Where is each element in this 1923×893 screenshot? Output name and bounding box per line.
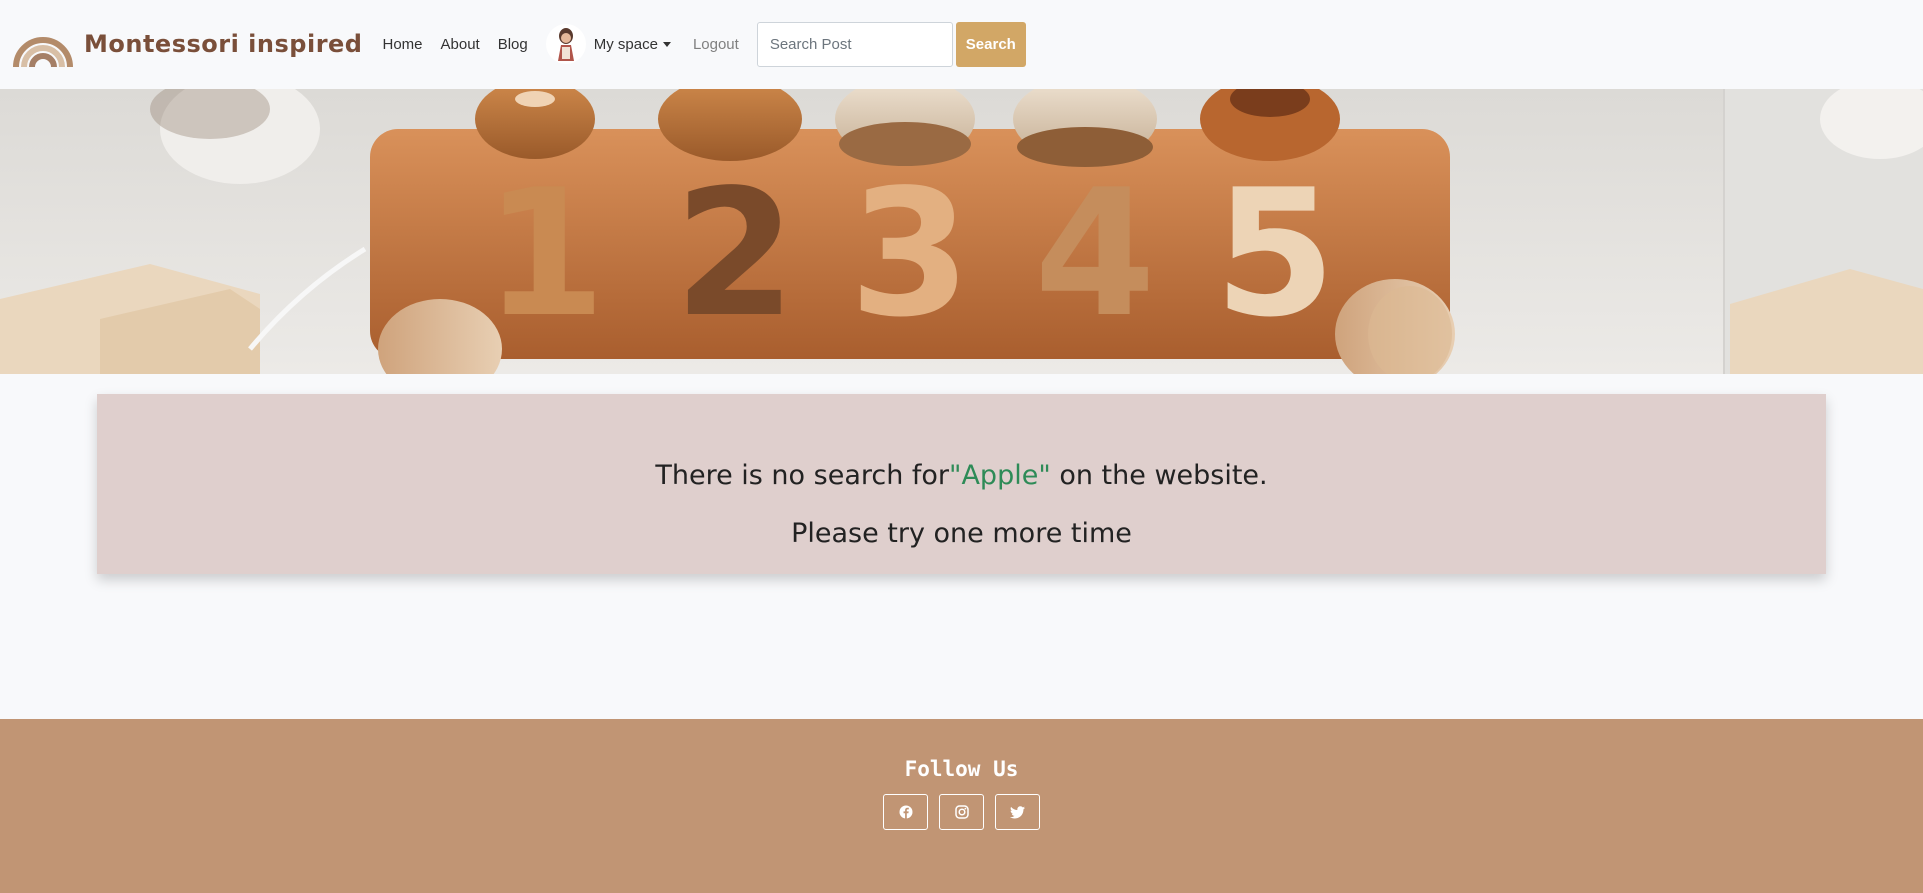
nav-about[interactable]: About: [441, 36, 480, 53]
my-space-dropdown[interactable]: My space: [594, 36, 671, 53]
digit-2: 2: [674, 153, 796, 356]
caret-down-icon: [662, 41, 671, 47]
navbar: Montessori inspired Home About Blog My s…: [0, 0, 1923, 88]
no-results-prefix: There is no search for: [655, 460, 950, 491]
digit-1: 1: [484, 153, 606, 356]
brand[interactable]: Montessori inspired: [12, 14, 362, 74]
no-results-text: There is no search for"Apple" on the web…: [97, 460, 1826, 491]
search-form: Search: [756, 21, 1026, 67]
facebook-button[interactable]: [883, 794, 928, 830]
avatar[interactable]: [545, 24, 586, 64]
wooden-counting-toy-image: 1 2 3 4 5: [0, 89, 1923, 374]
nav-logout[interactable]: Logout: [693, 36, 739, 53]
twitter-icon: [1010, 805, 1025, 818]
social-links: [0, 794, 1923, 830]
hero-banner: 1 2 3 4 5: [0, 89, 1923, 374]
digit-4: 4: [1034, 153, 1156, 356]
nav-home[interactable]: Home: [382, 36, 422, 53]
search-term: "Apple": [949, 460, 1051, 491]
footer: Follow Us: [0, 719, 1923, 893]
facebook-icon: [899, 805, 912, 819]
search-button[interactable]: Search: [955, 21, 1026, 67]
follow-us-title: Follow Us: [904, 757, 1019, 781]
brand-name: Montessori inspired: [84, 30, 363, 58]
no-results-suffix: on the website.: [1050, 460, 1268, 491]
nav-blog[interactable]: Blog: [498, 36, 528, 53]
my-space-label: My space: [593, 35, 658, 53]
retry-text: Please try one more time: [791, 518, 1132, 549]
twitter-button[interactable]: [995, 794, 1040, 830]
instagram-icon: [954, 805, 969, 819]
digit-3: 3: [849, 153, 971, 356]
no-results-panel: There is no search for"Apple" on the web…: [97, 394, 1826, 574]
search-input[interactable]: [756, 21, 953, 67]
instagram-button[interactable]: [939, 794, 984, 830]
digit-5: 5: [1214, 153, 1336, 356]
rainbow-logo-icon: [13, 37, 73, 68]
girl-avatar-icon: [557, 28, 574, 61]
